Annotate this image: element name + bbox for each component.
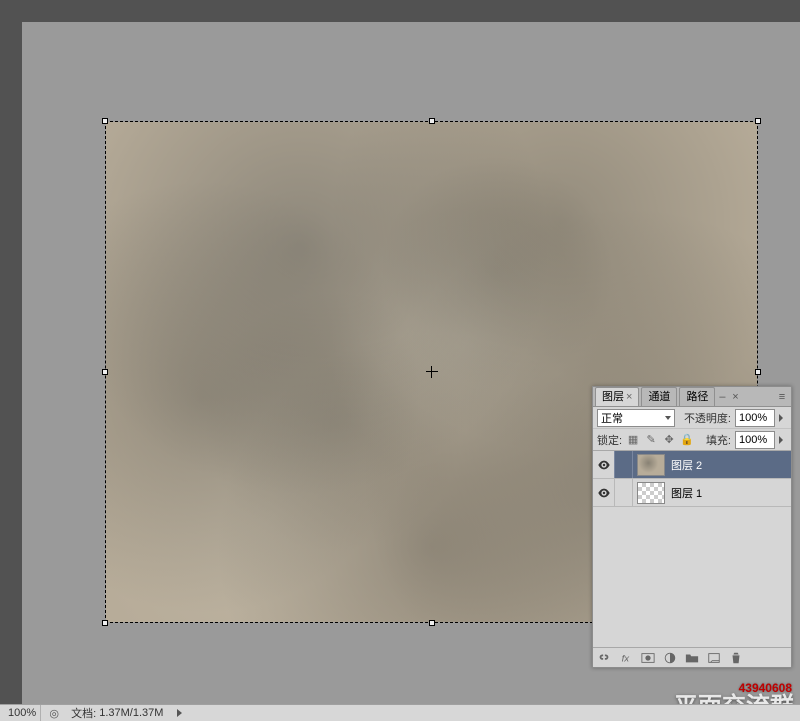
- panel-minimize-icon[interactable]: –: [717, 391, 727, 403]
- layer-link-col[interactable]: [615, 479, 633, 506]
- layer-row[interactable]: 图层 1: [593, 479, 791, 507]
- fill-value: 100%: [739, 434, 767, 446]
- lock-position-icon[interactable]: ✥: [662, 433, 676, 447]
- layer-visibility-toggle[interactable]: [593, 479, 615, 506]
- transform-handle-top-center[interactable]: [429, 118, 435, 124]
- doc-label: 文档:: [71, 705, 96, 721]
- lock-label: 锁定:: [597, 432, 622, 448]
- opacity-input[interactable]: 100%: [735, 409, 775, 427]
- layers-panel[interactable]: 图层× 通道 路径 – × ≡ 正常 不透明度: 100% 锁定: ▦ ✎ ✥ …: [592, 386, 792, 668]
- transform-handle-bottom-left[interactable]: [102, 620, 108, 626]
- panel-tabstrip: 图层× 通道 路径 – × ≡: [593, 387, 791, 407]
- transform-handle-top-right[interactable]: [755, 118, 761, 124]
- fill-input[interactable]: 100%: [735, 431, 775, 449]
- new-group-icon[interactable]: [684, 651, 700, 665]
- eye-icon: [597, 486, 611, 500]
- layer-style-icon[interactable]: fx: [618, 651, 634, 665]
- svg-text:fx: fx: [622, 653, 631, 664]
- status-bar: 100% ◎ 文档: 1.37M/1.37M: [0, 704, 800, 721]
- zoom-level[interactable]: 100%: [4, 705, 41, 721]
- tab-close-icon[interactable]: ×: [626, 391, 632, 403]
- transform-handle-bottom-center[interactable]: [429, 620, 435, 626]
- blend-mode-value: 正常: [601, 410, 623, 426]
- panel-menu-icon[interactable]: ≡: [775, 391, 789, 403]
- top-menubar-area: [0, 0, 800, 22]
- transform-handle-mid-right[interactable]: [755, 369, 761, 375]
- delete-layer-icon[interactable]: [728, 651, 744, 665]
- layer-name[interactable]: 图层 2: [669, 457, 791, 473]
- layer-visibility-toggle[interactable]: [593, 451, 615, 478]
- document-size[interactable]: 文档: 1.37M/1.37M: [67, 705, 167, 721]
- new-layer-icon[interactable]: [706, 651, 722, 665]
- panel-close-icon[interactable]: ×: [729, 391, 741, 403]
- lock-fill-row: 锁定: ▦ ✎ ✥ 🔒 填充: 100%: [593, 429, 791, 451]
- layers-list[interactable]: 图层 2 图层 1: [593, 451, 791, 647]
- tab-paths[interactable]: 路径: [679, 387, 715, 406]
- link-layers-icon[interactable]: [596, 651, 612, 665]
- blend-opacity-row: 正常 不透明度: 100%: [593, 407, 791, 429]
- doc-value: 1.37M/1.37M: [99, 707, 163, 719]
- tab-layers[interactable]: 图层×: [595, 387, 639, 406]
- transform-handle-top-left[interactable]: [102, 118, 108, 124]
- left-toolbar-area: [0, 22, 22, 704]
- transform-handle-mid-left[interactable]: [102, 369, 108, 375]
- opacity-value: 100%: [739, 412, 767, 424]
- lock-pixels-icon[interactable]: ✎: [644, 433, 658, 447]
- tab-channels[interactable]: 通道: [641, 387, 677, 406]
- fill-label: 填充:: [706, 432, 731, 448]
- layer-link-col[interactable]: [615, 451, 633, 478]
- lock-all-icon[interactable]: 🔒: [680, 433, 694, 447]
- blend-mode-select[interactable]: 正常: [597, 409, 675, 427]
- lock-transparency-icon[interactable]: ▦: [626, 433, 640, 447]
- opacity-label: 不透明度:: [684, 410, 731, 426]
- layer-name[interactable]: 图层 1: [669, 485, 791, 501]
- layer-mask-icon[interactable]: [640, 651, 656, 665]
- status-flyout-icon[interactable]: [177, 709, 182, 717]
- adjustment-layer-icon[interactable]: [662, 651, 678, 665]
- layer-row[interactable]: 图层 2: [593, 451, 791, 479]
- layer-thumbnail[interactable]: [637, 482, 665, 504]
- tab-label: 图层: [602, 391, 624, 403]
- layer-thumbnail[interactable]: [637, 454, 665, 476]
- eye-icon: [597, 458, 611, 472]
- status-indicator-icon[interactable]: ◎: [47, 707, 61, 720]
- layers-panel-footer: fx: [593, 647, 791, 667]
